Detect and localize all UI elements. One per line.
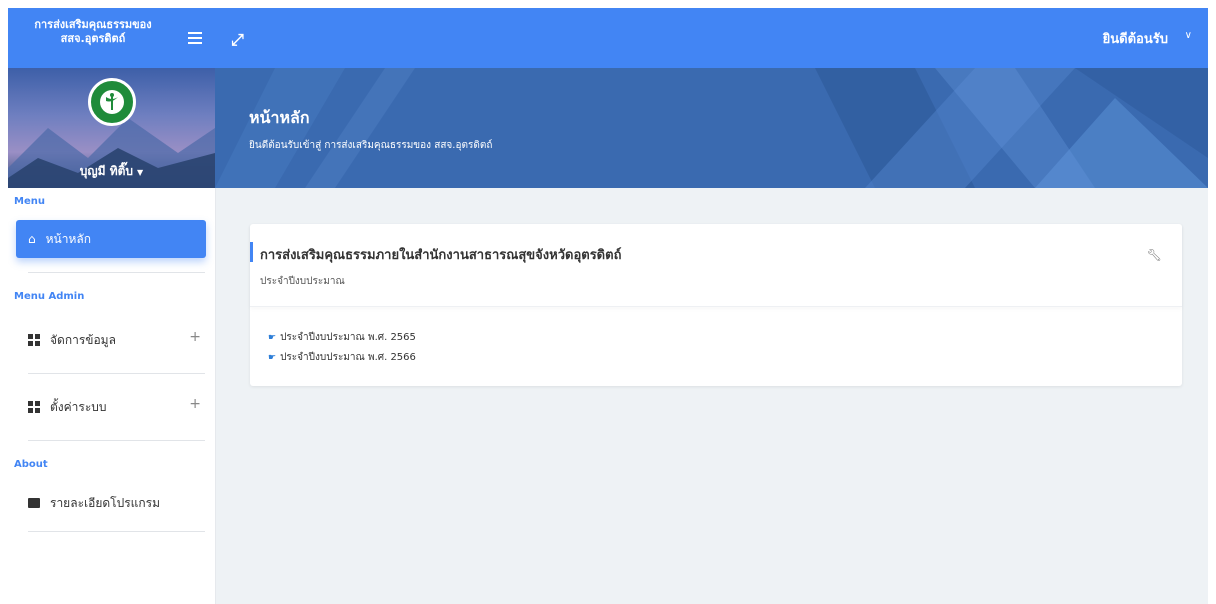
sidebar-item-label: จัดการข้อมูล [50,332,116,347]
year-link-2566[interactable]: ☛ ประจำปีงบประมาณ พ.ศ. 2566 [268,350,416,365]
banner-pattern [215,68,1208,188]
brand-title: การส่งเสริมคุณธรรมของ สสจ.อุตรดิตถ์ [34,18,152,45]
expand-icon[interactable]: ⤢ [231,30,244,50]
wrench-icon[interactable]: 🔧︎ [1147,248,1162,262]
hamburger-icon[interactable] [188,32,202,44]
id-card-icon [28,498,40,508]
pointing-hand-icon: ☛ [268,332,277,343]
section-menu-label: Menu [14,196,45,207]
page-subtitle: ยินดีต้อนรับเข้าสู่ การส่งเสริมคุณธรรมขอ… [249,140,493,151]
card-header: การส่งเสริมคุณธรรมภายในสำนักงานสาธารณสุข… [250,224,1182,307]
organization-logo [88,78,136,126]
content-card: การส่งเสริมคุณธรรมภายในสำนักงานสาธารณสุข… [250,224,1182,386]
sidebar-item-manage-data[interactable]: จัดการข้อมูล + [8,307,215,373]
divider [28,531,205,532]
user-menu[interactable]: บุญมี ทิติ๊บ ▼ [8,162,215,181]
sidebar: การส่งเสริมคุณธรรมของ สสจ.อุตรดิตถ์ บุญม… [8,8,216,604]
sidebar-item-home[interactable]: ⌂ หน้าหลัก [16,220,206,258]
grid-icon [28,334,40,346]
card-subtitle: ประจำปีงบประมาณ [260,276,345,287]
sidebar-item-label: หน้าหลัก [45,231,92,246]
section-about-label: About [14,459,48,470]
section-admin-label: Menu Admin [14,291,85,302]
home-icon: ⌂ [28,232,36,246]
link-label: ประจำปีงบประมาณ พ.ศ. 2566 [280,352,416,363]
grid-icon [28,401,40,413]
welcome-menu[interactable]: ยินดีต้อนรับ [1103,28,1168,49]
sidebar-item-program-details[interactable]: รายละเอียดโปรแกรม [8,475,215,531]
user-name: บุญมี ทิติ๊บ [79,164,134,178]
sidebar-item-label: ตั้งค่าระบบ [50,399,107,414]
page-title: หน้าหลัก [249,108,310,127]
plus-icon[interactable]: + [189,396,201,412]
chevron-down-icon[interactable]: ∨ [1185,30,1192,41]
pointing-hand-icon: ☛ [268,352,277,363]
profile-panel: บุญมี ทิติ๊บ ▼ [8,68,215,188]
top-navbar: ⤢ ยินดีต้อนรับ ∨ [215,8,1208,68]
sidebar-item-settings[interactable]: ตั้งค่าระบบ + [8,374,215,440]
brand-header: การส่งเสริมคุณธรรมของ สสจ.อุตรดิตถ์ [8,8,215,68]
divider [28,272,205,273]
caret-down-icon: ▼ [137,168,144,177]
page-banner: หน้าหลัก ยินดีต้อนรับเข้าสู่ การส่งเสริม… [215,68,1208,188]
card-accent-bar [250,242,253,262]
divider [28,440,205,441]
app-window: การส่งเสริมคุณธรรมของ สสจ.อุตรดิตถ์ บุญม… [8,8,1208,604]
plus-icon[interactable]: + [189,329,201,345]
card-title: การส่งเสริมคุณธรรมภายในสำนักงานสาธารณสุข… [260,248,622,263]
year-link-2565[interactable]: ☛ ประจำปีงบประมาณ พ.ศ. 2565 [268,330,416,345]
caduceus-icon [106,93,118,110]
sidebar-item-label: รายละเอียดโปรแกรม [50,495,161,510]
link-label: ประจำปีงบประมาณ พ.ศ. 2565 [280,332,416,343]
